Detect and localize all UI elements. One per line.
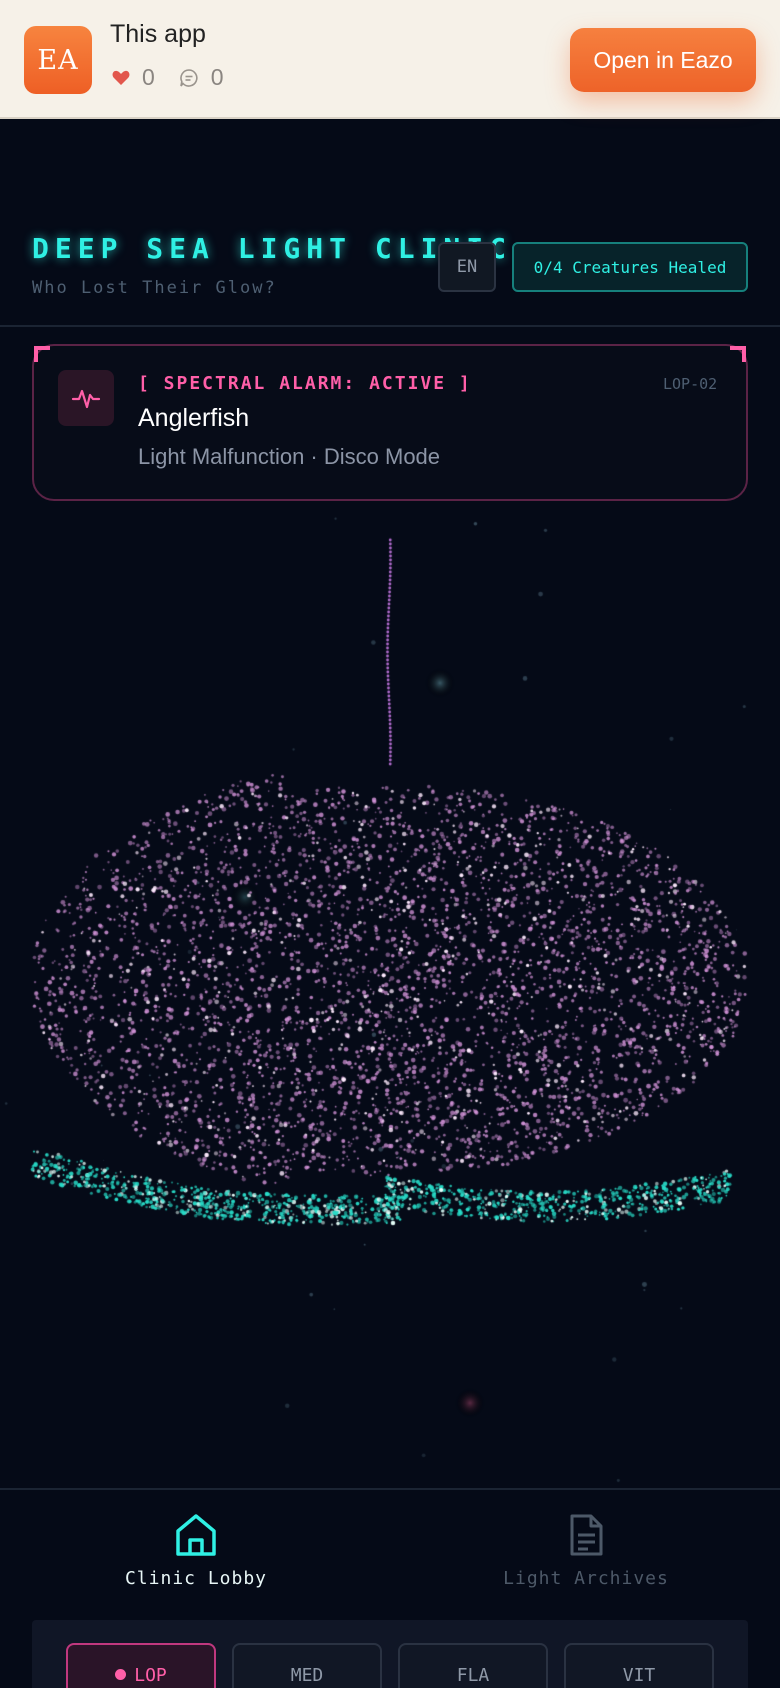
eazo-app-logo: EA [24, 26, 92, 94]
likes-stat: 0 [112, 64, 155, 91]
tab-fla-label: FLA [456, 1665, 490, 1686]
corner-bracket-top-right [730, 346, 746, 362]
likes-count: 0 [142, 64, 155, 90]
corner-bracket-top-left [34, 346, 50, 362]
tab-fla[interactable]: FLA [398, 1643, 548, 1688]
creature-condition: Light Malfunction · Disco Mode [138, 444, 441, 469]
heart-icon [112, 70, 130, 85]
comment-icon [180, 68, 198, 87]
tab-lop[interactable]: LOP [66, 1643, 216, 1688]
nav-clinic-lobby[interactable]: Clinic Lobby [96, 1510, 296, 1595]
comments-count: 0 [210, 64, 224, 90]
creature-particle-visualization[interactable] [0, 510, 780, 1485]
alarm-status-label: [ SPECTRAL ALARM: ACTIVE ] [138, 373, 472, 394]
promo-stats: 0 0 [112, 64, 248, 91]
nav-light-archives-label: Light Archives [503, 1568, 669, 1589]
promo-title: This app [110, 20, 206, 48]
language-toggle-button[interactable]: EN [438, 242, 496, 292]
active-dot-icon [115, 1669, 127, 1680]
home-icon [176, 1514, 216, 1556]
open-in-eazo-button[interactable]: Open in Eazo [570, 28, 756, 92]
tab-med-label: MED [290, 1665, 324, 1686]
nav-light-archives[interactable]: Light Archives [486, 1510, 686, 1595]
pulse-icon [71, 389, 101, 409]
header-divider [0, 325, 780, 327]
nav-clinic-lobby-label: Clinic Lobby [124, 1568, 268, 1589]
document-icon [570, 1514, 603, 1556]
alarm-icon-box [58, 370, 114, 426]
tab-lop-label: LOP [134, 1665, 167, 1686]
healed-count-badge: 0/4 Creatures Healed [512, 242, 748, 292]
comments-stat: 0 [179, 64, 224, 91]
tab-vit-label: VIT [622, 1665, 656, 1686]
creature-name: Anglerfish [138, 404, 250, 432]
app-subtitle: Who Lost Their Glow? [32, 278, 277, 298]
alarm-case-code: LOP-02 [663, 375, 718, 393]
tab-med[interactable]: MED [232, 1643, 382, 1688]
app-promo-bar: EA This app 0 0 Open in Eazo [0, 0, 780, 119]
tab-vit[interactable]: VIT [564, 1643, 714, 1688]
